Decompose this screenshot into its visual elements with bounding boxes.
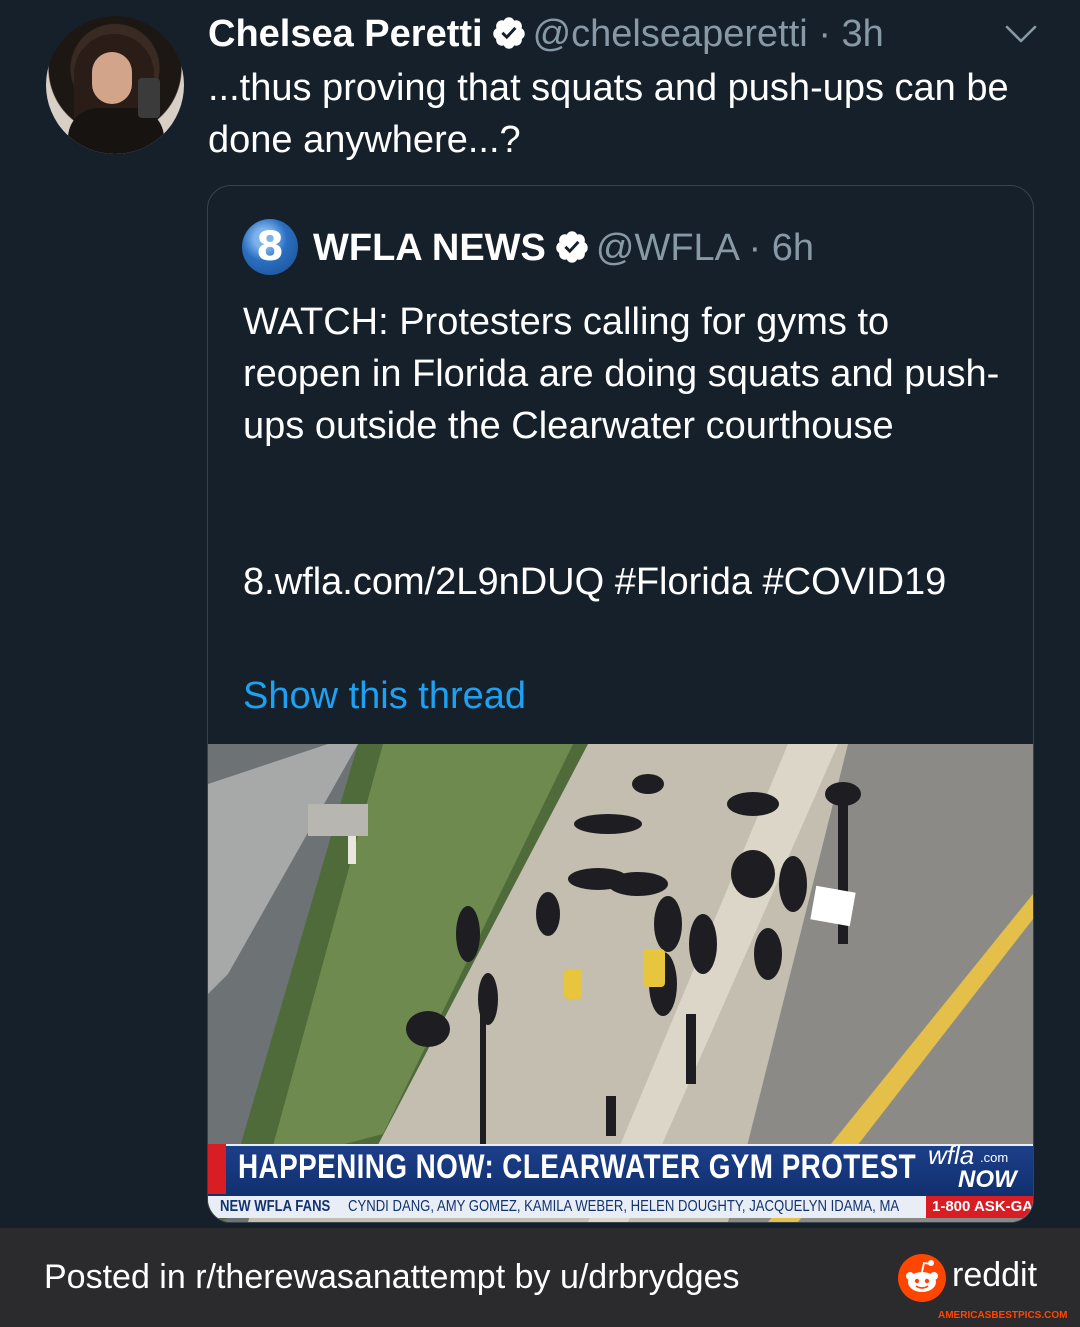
news-lower-third: HAPPENING NOW: CLEARWATER GYM PROTEST wf… — [208, 1140, 1033, 1222]
reddit-wordmark: reddit — [952, 1256, 1038, 1294]
video-thumbnail[interactable]: HAPPENING NOW: CLEARWATER GYM PROTEST wf… — [208, 744, 1033, 1222]
author-handle[interactable]: @chelseaperetti — [533, 13, 808, 55]
author-name[interactable]: Chelsea Peretti — [208, 13, 483, 55]
verified-badge-icon — [492, 17, 525, 49]
brand-com: .com — [980, 1150, 1009, 1165]
show-thread-link[interactable]: Show this thread — [243, 672, 526, 720]
quoted-author-name[interactable]: WFLA NEWS — [313, 227, 546, 269]
ticker-phone: 1-800 ASK-GAR — [926, 1196, 1033, 1218]
wfla-logo[interactable]: 8 — [242, 219, 298, 275]
verified-badge-icon — [556, 231, 588, 263]
quoted-tweet-text: WATCH: Protesters calling for gyms to re… — [243, 301, 1000, 447]
posted-in-text: Posted in r/therewasanattempt by u/drbry… — [44, 1258, 740, 1296]
chevron-down-icon[interactable] — [1004, 22, 1038, 46]
brand-now: NOW — [958, 1166, 1017, 1193]
ticker-text: CYNDI DANG, AMY GOMEZ, KAMILA WEBER, HEL… — [348, 1198, 900, 1215]
quoted-tweet[interactable]: 8 WFLA NEWS @WFLA · 6h WATCH: Protesters … — [207, 185, 1034, 1223]
quoted-tweet-link[interactable]: 8.wfla.com/2L9nDUQ #Florida #COVID19 — [243, 556, 1003, 608]
reddit-footer: Posted in r/therewasanattempt by u/drbry… — [0, 1228, 1080, 1327]
news-ticker: NEW WFLA FANS CYNDI DANG, AMY GOMEZ, KAM… — [208, 1196, 1033, 1218]
quoted-tweet-header: WFLA NEWS @WFLA · 6h — [313, 226, 814, 270]
wfla-now-logo: wfla .com NOW — [928, 1140, 1033, 1196]
tweet-header: Chelsea Peretti @chelseaperetti · 3h — [208, 12, 884, 56]
tweet-text: ...thus proving that squats and push-ups… — [208, 67, 1009, 161]
news-headline: HAPPENING NOW: CLEARWATER GYM PROTEST — [238, 1148, 917, 1186]
reddit-alien-icon — [898, 1254, 946, 1302]
avatar[interactable] — [46, 16, 184, 154]
ticker-label: NEW WFLA FANS — [220, 1198, 331, 1215]
site-watermark: AMERICASBESTPICS.COM — [938, 1310, 1068, 1321]
wfla-logo-label: 8 — [256, 224, 284, 270]
quoted-author-handle[interactable]: @WFLA — [596, 227, 738, 269]
quoted-tweet-time[interactable]: · 6h — [749, 227, 814, 269]
tweet: Chelsea Peretti @chelseaperetti · 3h ...t… — [0, 0, 1080, 1228]
tweet-time[interactable]: · 3h — [818, 13, 883, 55]
